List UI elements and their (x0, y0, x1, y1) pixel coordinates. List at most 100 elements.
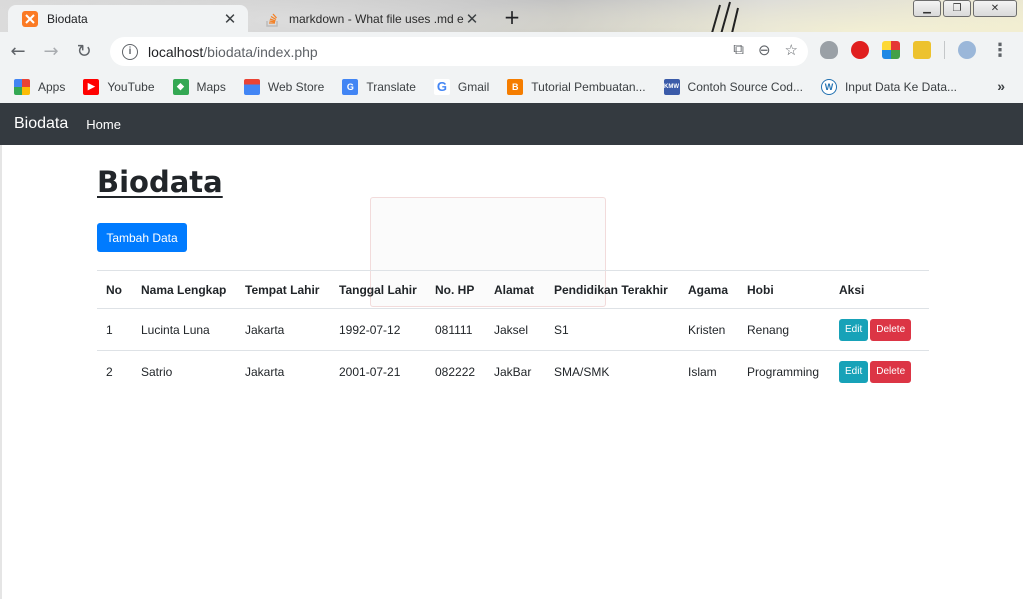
delete-button[interactable]: Delete (870, 360, 912, 383)
bookmark-contoh-source[interactable]: KMW Contoh Source Cod... (663, 78, 803, 95)
bookmark-youtube[interactable]: ▶ YouTube (83, 78, 155, 95)
header-tempat-lahir: Tempat Lahir (236, 270, 330, 309)
header-alamat: Alamat (485, 270, 545, 309)
chrome-menu-icon[interactable]: ⋮ (991, 40, 1009, 61)
edit-button[interactable]: Edit (839, 318, 869, 341)
bookmark-label: Web Store (267, 79, 325, 94)
bookmark-star-icon[interactable]: ☆ (785, 41, 798, 59)
bookmark-label: Tutorial Pembuatan... (531, 79, 646, 94)
tab-close-icon[interactable]: ✕ (464, 10, 480, 28)
cell-hp: 081111 (426, 308, 485, 351)
bookmark-apps[interactable]: Apps (14, 78, 65, 95)
bookmark-label: Maps (196, 79, 226, 94)
bookmark-translate[interactable]: G Translate (342, 78, 416, 95)
nav-link-home[interactable]: Home (86, 117, 121, 132)
restore-button[interactable]: ❐ (943, 0, 971, 17)
wordpress-icon: W (820, 78, 837, 95)
xampp-icon (22, 10, 38, 27)
tab-biodata[interactable]: Biodata ✕ (8, 5, 248, 32)
bookmark-input-data[interactable]: W Input Data Ke Data... (820, 78, 958, 95)
cell-tempat: Jakarta (236, 308, 330, 351)
cell-nama: Satrio (141, 364, 173, 379)
apps-grid-icon (14, 78, 30, 95)
cell-alamat: JakBar (494, 364, 532, 379)
forward-button[interactable]: → (36, 36, 66, 66)
bookmark-label: YouTube (107, 79, 155, 94)
address-bar[interactable]: i localhost/biodata/index.php ⧉ ⊖ ☆ (110, 37, 808, 66)
bookmark-label: Gmail (457, 79, 490, 94)
table-header-row: No Nama Lengkap Tempat Lahir Tanggal Lah… (97, 270, 929, 309)
url-path: /biodata/index.php (203, 43, 318, 60)
zoom-icon[interactable]: ⊖ (758, 41, 771, 59)
cell-aksi: Edit Delete (830, 351, 929, 393)
header-tanggal-lahir: Tanggal Lahir (330, 270, 426, 309)
colorpicker-extension-icon[interactable] (882, 41, 900, 59)
profile-avatar-icon[interactable] (958, 41, 976, 59)
bookmark-webstore[interactable]: Web Store (243, 78, 325, 95)
toolbar-divider (944, 41, 945, 59)
cell-pendidikan: S1 (545, 308, 679, 351)
cell-tempat: Jakarta (245, 364, 285, 379)
2048-extension-icon[interactable] (913, 41, 931, 59)
reload-icon: ↻ (76, 40, 92, 62)
cell-agama: Islam (688, 364, 717, 379)
cell-hobi: Programming (747, 364, 820, 379)
cell-no: 2 (106, 364, 113, 379)
tab-title: markdown - What file uses .md e (289, 11, 464, 26)
minimize-button[interactable]: ▁ (913, 0, 941, 17)
table-row: 1 Lucinta Luna Jakarta 1992-07-12 081111… (97, 308, 929, 351)
cell-tanggal: 1992-07-12 (330, 308, 426, 351)
delete-button[interactable]: Delete (870, 318, 912, 341)
tab-close-icon[interactable]: ✕ (222, 10, 238, 28)
stackoverflow-icon (266, 13, 278, 27)
header-hobi: Hobi (738, 270, 830, 309)
tab-title: Biodata (47, 11, 88, 26)
omnibox-actions: ⧉ ⊖ ☆ (733, 41, 798, 59)
cell-alamat: Jaksel (485, 308, 545, 351)
browser-toolbar: ← → ↻ i localhost/biodata/index.php ⧉ ⊖ … (0, 32, 1023, 70)
header-no-hp: No. HP (426, 270, 485, 309)
arrow-left-icon: ← (10, 40, 26, 62)
bookmarks-overflow-icon[interactable]: » (997, 78, 1005, 94)
new-tab-button[interactable]: + (500, 6, 524, 30)
cell-pendidikan: SMA/SMK (554, 364, 610, 379)
bookmark-label: Contoh Source Cod... (687, 79, 803, 94)
window-controls: ▁ ❐ ✕ (913, 0, 1017, 17)
add-data-button[interactable]: Tambah Data (97, 223, 187, 252)
extension-icons (820, 41, 976, 59)
bookmark-maps[interactable]: ◆ Maps (172, 78, 226, 95)
back-button[interactable]: ← (3, 36, 33, 66)
bookmark-label: Translate (366, 79, 416, 94)
bookmark-label: Input Data Ke Data... (844, 79, 958, 94)
window-close-button[interactable]: ✕ (973, 0, 1017, 17)
bookmark-tutorial[interactable]: B Tutorial Pembuatan... (507, 78, 646, 95)
info-icon[interactable]: i (122, 43, 138, 60)
adblock-extension-icon[interactable] (851, 41, 869, 59)
google-icon: G (433, 78, 450, 95)
tab-markdown[interactable]: markdown - What file uses .md e ✕ (250, 5, 490, 32)
edit-button[interactable]: Edit (839, 360, 869, 383)
header-no: No (97, 270, 132, 309)
page-edge (0, 145, 2, 599)
cell-hp: 082222 (435, 364, 476, 379)
kmw-icon: KMW (663, 78, 680, 95)
header-agama: Agama (679, 270, 738, 309)
cell-nama: Lucinta Luna (132, 308, 236, 351)
url-host: localhost (148, 43, 204, 60)
cell-hobi: Renang (738, 308, 830, 351)
bookmark-gmail[interactable]: G Gmail (433, 78, 490, 95)
translate-icon: G (342, 78, 359, 95)
reload-button[interactable]: ↻ (69, 36, 99, 66)
webstore-icon (243, 78, 260, 95)
navbar-brand[interactable]: Biodata (14, 115, 68, 133)
shield-extension-icon[interactable] (820, 41, 838, 59)
cell-agama: Kristen (679, 308, 738, 351)
header-pendidikan: Pendidikan Terakhir (545, 270, 679, 309)
cell-aksi: Edit Delete (830, 308, 929, 351)
translate-page-icon[interactable]: ⧉ (733, 41, 744, 59)
header-aksi: Aksi (830, 270, 929, 309)
table-row: 2 Satrio Jakarta 2001-07-21 082222 JakBa… (97, 351, 929, 393)
cell-tanggal: 2001-07-21 (339, 364, 401, 379)
cell-no: 1 (97, 308, 132, 351)
blogger-icon: B (507, 78, 524, 95)
